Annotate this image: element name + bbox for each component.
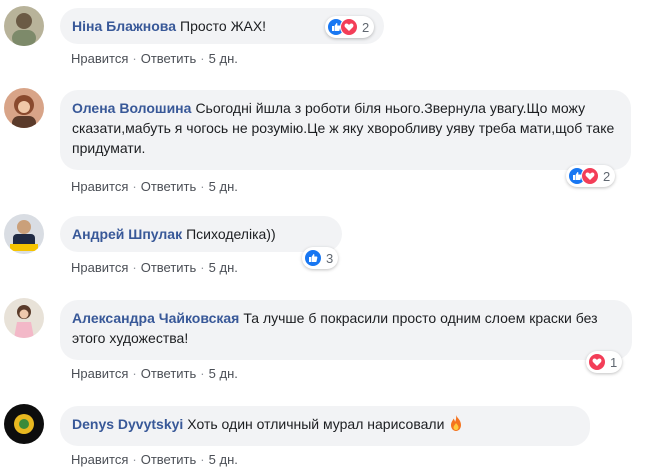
like-link[interactable]: Нравится [71, 260, 128, 275]
reactions-summary[interactable]: 3 [302, 247, 339, 269]
avatar[interactable] [4, 404, 44, 444]
comment-actions: Нравится · Ответить · 5 дн. [71, 51, 238, 66]
separator: · [200, 366, 205, 381]
timestamp-link[interactable]: 5 дн. [209, 179, 238, 194]
comment-author[interactable]: Андрей Шпулак [72, 226, 182, 242]
comment-bubble: Denys Dyvytskyi Хоть один отличный мурал … [60, 406, 590, 446]
reply-link[interactable]: Ответить [141, 452, 197, 467]
avatar[interactable] [4, 214, 44, 254]
separator: · [132, 452, 137, 467]
timestamp-link[interactable]: 5 дн. [209, 366, 238, 381]
reaction-count: 1 [610, 354, 618, 370]
reaction-count: 3 [326, 250, 334, 266]
comment-text: Психоделіка)) [186, 226, 276, 242]
love-reaction-icon [340, 18, 358, 36]
comment-author[interactable]: Александра Чайковская [72, 310, 239, 326]
love-reaction-icon [581, 167, 599, 185]
fire-icon [448, 414, 464, 437]
reactions-summary[interactable]: 2 [325, 16, 375, 38]
comment-bubble: Андрей Шпулак Психоделіка)) [60, 216, 342, 252]
like-reaction-icon [304, 249, 322, 267]
separator: · [132, 366, 137, 381]
reactions-summary[interactable]: 1 [586, 351, 623, 373]
comment-author[interactable]: Ніна Блажнова [72, 18, 176, 34]
reply-link[interactable]: Ответить [141, 179, 197, 194]
comment-bubble: Олена Волошина Сьогодні йшла з роботи біл… [60, 90, 631, 170]
separator: · [200, 179, 205, 194]
comment-author[interactable]: Denys Dyvytskyi [72, 416, 183, 432]
timestamp-link[interactable]: 5 дн. [209, 51, 238, 66]
like-link[interactable]: Нравится [71, 51, 128, 66]
comment-author[interactable]: Олена Волошина [72, 100, 191, 116]
comment-bubble: Александра Чайковская Та лучше б покрасил… [60, 300, 632, 360]
separator: · [132, 51, 137, 66]
reactions-summary[interactable]: 2 [566, 165, 616, 187]
comment-actions: Нравится · Ответить · 5 дн. [71, 452, 238, 467]
like-link[interactable]: Нравится [71, 452, 128, 467]
comment-text: Хоть один отличный мурал нарисовали [187, 416, 445, 432]
reply-link[interactable]: Ответить [141, 260, 197, 275]
reply-link[interactable]: Ответить [141, 51, 197, 66]
love-reaction-icon [588, 353, 606, 371]
separator: · [200, 452, 205, 467]
comment-text: Просто ЖАХ! [180, 18, 267, 34]
like-link[interactable]: Нравится [71, 366, 128, 381]
reaction-count: 2 [362, 19, 370, 35]
timestamp-link[interactable]: 5 дн. [209, 452, 238, 467]
avatar[interactable] [4, 88, 44, 128]
avatar[interactable] [4, 6, 44, 46]
separator: · [200, 260, 205, 275]
comment-actions: Нравится · Ответить · 5 дн. [71, 179, 238, 194]
timestamp-link[interactable]: 5 дн. [209, 260, 238, 275]
reaction-count: 2 [603, 168, 611, 184]
separator: · [132, 260, 137, 275]
comment-actions: Нравится · Ответить · 5 дн. [71, 260, 238, 275]
like-link[interactable]: Нравится [71, 179, 128, 194]
separator: · [132, 179, 137, 194]
avatar[interactable] [4, 298, 44, 338]
comment-actions: Нравится · Ответить · 5 дн. [71, 366, 238, 381]
separator: · [200, 51, 205, 66]
reply-link[interactable]: Ответить [141, 366, 197, 381]
